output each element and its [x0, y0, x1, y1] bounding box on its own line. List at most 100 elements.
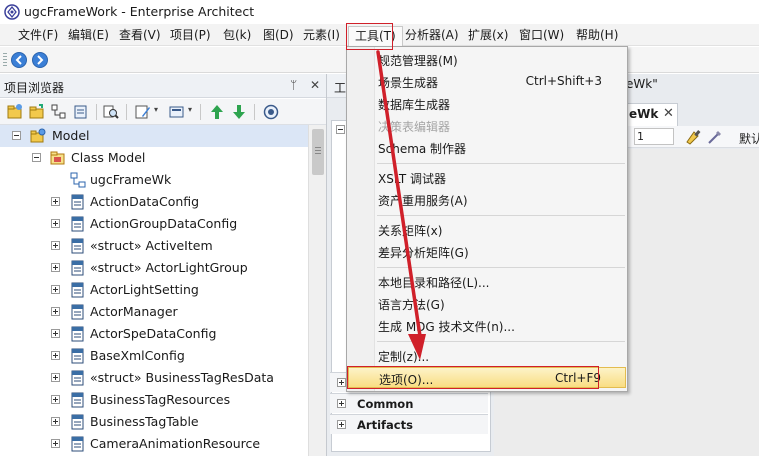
collapse-icon[interactable] — [336, 125, 345, 134]
tab-label: eWk — [629, 107, 659, 121]
class-icon — [71, 392, 84, 408]
toolbar-grip-icon[interactable] — [3, 53, 7, 67]
menu-project[interactable]: 项目(P) — [164, 26, 217, 44]
expand-icon[interactable] — [51, 241, 60, 250]
move-up-icon[interactable] — [208, 103, 226, 121]
menu-view[interactable]: 查看(V) — [113, 26, 167, 44]
menu-package[interactable]: 包(k) — [217, 26, 257, 44]
menu-item-schema-composer[interactable]: Schema 制作器 — [348, 137, 626, 158]
toolbar-separator — [200, 104, 201, 120]
collapse-icon[interactable] — [12, 131, 21, 140]
forward-button[interactable] — [32, 52, 48, 68]
menu-item-language-macros[interactable]: 语言方法(G) — [348, 293, 626, 314]
menu-edit[interactable]: 编辑(E) — [62, 26, 115, 44]
expand-icon[interactable] — [51, 439, 60, 448]
expand-icon[interactable] — [51, 285, 60, 294]
line-color-icon[interactable] — [706, 128, 724, 146]
menu-item-shortcut: Ctrl+F9 — [555, 371, 601, 385]
menu-item-label: 语言方法(G) — [378, 298, 445, 312]
expand-icon[interactable] — [51, 307, 60, 316]
menu-diagram[interactable]: 图(D) — [257, 26, 300, 44]
line-width-field[interactable]: 1 — [634, 128, 674, 145]
new-model-icon[interactable] — [6, 103, 24, 121]
move-down-icon[interactable] — [230, 103, 248, 121]
menu-item-label: 关系矩阵(x) — [378, 224, 443, 238]
menu-item-customize[interactable]: 定制(z)... — [348, 345, 626, 366]
tree-scrollbar[interactable] — [308, 125, 326, 456]
tree-row-diagram[interactable]: ugcFrameWk — [0, 169, 308, 191]
tree-row-class[interactable]: BusinessTagTable — [0, 411, 308, 433]
sync-icon[interactable] — [262, 103, 280, 121]
find-icon[interactable] — [102, 103, 120, 121]
tree-node-label: BaseXmlConfig — [90, 348, 185, 363]
expand-icon[interactable] — [337, 420, 346, 429]
menu-window[interactable]: 窗口(W) — [513, 26, 570, 44]
tree-row-model[interactable]: Model — [0, 125, 308, 147]
expand-icon[interactable] — [51, 351, 60, 360]
chevron-down-icon[interactable]: ▾ — [188, 105, 192, 114]
new-package-icon[interactable] — [28, 103, 46, 121]
expand-icon[interactable] — [337, 378, 346, 387]
close-tab-icon[interactable]: ✕ — [663, 106, 674, 121]
fill-color-icon[interactable] — [684, 128, 702, 146]
tree-row-class[interactable]: «struct» ActiveItem — [0, 235, 308, 257]
tree-row-class[interactable]: ActionDataConfig — [0, 191, 308, 213]
expand-icon[interactable] — [51, 417, 60, 426]
menu-analyzer[interactable]: 分析器(A) — [399, 26, 465, 44]
tree-row-class[interactable]: BaseXmlConfig — [0, 345, 308, 367]
menu-item-spec-manager[interactable]: 规范管理器(M) — [348, 49, 626, 70]
menu-item-decision-table-editor: 决策表编辑器 — [348, 115, 626, 136]
expand-icon[interactable] — [51, 395, 60, 404]
menu-separator — [377, 163, 625, 164]
expand-icon[interactable] — [337, 399, 346, 408]
toolbox-section-common[interactable]: Common — [330, 393, 488, 413]
edit-properties-icon[interactable] — [134, 103, 152, 121]
new-element-icon[interactable] — [72, 103, 90, 121]
menu-extensions[interactable]: 扩展(x) — [462, 26, 514, 44]
tree-row-class[interactable]: ActorManager — [0, 301, 308, 323]
menu-item-label: 生成 MDG 技术文件(n)... — [378, 320, 515, 334]
menu-item-gap-analysis-matrix[interactable]: 差异分析矩阵(G) — [348, 241, 626, 262]
collapse-icon[interactable] — [32, 153, 41, 162]
menu-item-local-paths[interactable]: 本地目录和路径(L)... — [348, 271, 626, 292]
expand-icon[interactable] — [51, 219, 60, 228]
tree-row-class[interactable]: ActorLightSetting — [0, 279, 308, 301]
tree-row-class[interactable]: «struct» BusinessTagResData — [0, 367, 308, 389]
new-diagram-icon[interactable] — [50, 103, 68, 121]
window-title: ugcFrameWork - Enterprise Architect — [24, 4, 255, 19]
menu-item-options[interactable]: 选项(O)... Ctrl+F9 — [348, 367, 626, 388]
menu-help[interactable]: 帮助(H) — [570, 26, 624, 44]
expand-icon[interactable] — [51, 329, 60, 338]
tree-row-class[interactable]: ActorSpeDataConfig — [0, 323, 308, 345]
pin-icon[interactable]: ᛘ — [290, 78, 297, 92]
expand-icon[interactable] — [51, 373, 60, 382]
toolbox-section-artifacts[interactable]: Artifacts — [330, 414, 488, 434]
chevron-down-icon[interactable]: ▾ — [154, 105, 158, 114]
menu-item-relationship-matrix[interactable]: 关系矩阵(x) — [348, 219, 626, 240]
menu-item-scenario-builder[interactable]: 场景生成器 Ctrl+Shift+3 — [348, 71, 626, 92]
menu-item-xslt-debugger[interactable]: XSLT 调试器 — [348, 167, 626, 188]
menu-item-generate-mdg[interactable]: 生成 MDG 技术文件(n)... — [348, 315, 626, 336]
scrollbar-thumb[interactable] — [312, 129, 324, 175]
documentation-icon[interactable] — [168, 103, 186, 121]
expand-icon[interactable] — [51, 263, 60, 272]
menu-item-database-builder[interactable]: 数据库生成器 — [348, 93, 626, 114]
tree-row-class[interactable]: BusinessTagResources — [0, 389, 308, 411]
close-panel-icon[interactable]: ✕ — [310, 78, 320, 92]
class-icon — [71, 436, 84, 452]
menu-item-reusable-asset-service[interactable]: 资产重用服务(A) — [348, 189, 626, 210]
tree-row-class[interactable]: ActionGroupDataConfig — [0, 213, 308, 235]
tree-node-label: CameraAnimationResource — [90, 436, 261, 451]
tree-row-class[interactable]: «struct» ActorLightGroup — [0, 257, 308, 279]
tree-row-class-model[interactable]: Class Model — [0, 147, 308, 169]
package-icon — [50, 151, 65, 165]
project-browser-header: 项目浏览器 ᛘ ✕ — [0, 74, 326, 98]
expand-icon[interactable] — [51, 197, 60, 206]
menu-tools[interactable]: 工具(T) — [348, 26, 403, 46]
tools-dropdown-menu: 规范管理器(M) 场景生成器 Ctrl+Shift+3 数据库生成器 决策表编辑… — [346, 46, 628, 392]
menu-file[interactable]: 文件(F) — [12, 26, 64, 44]
tree-row-class[interactable]: CameraAnimationResource — [0, 433, 308, 455]
back-button[interactable] — [11, 52, 27, 68]
menu-element[interactable]: 元素(I) — [297, 26, 346, 44]
menu-separator — [377, 341, 625, 342]
